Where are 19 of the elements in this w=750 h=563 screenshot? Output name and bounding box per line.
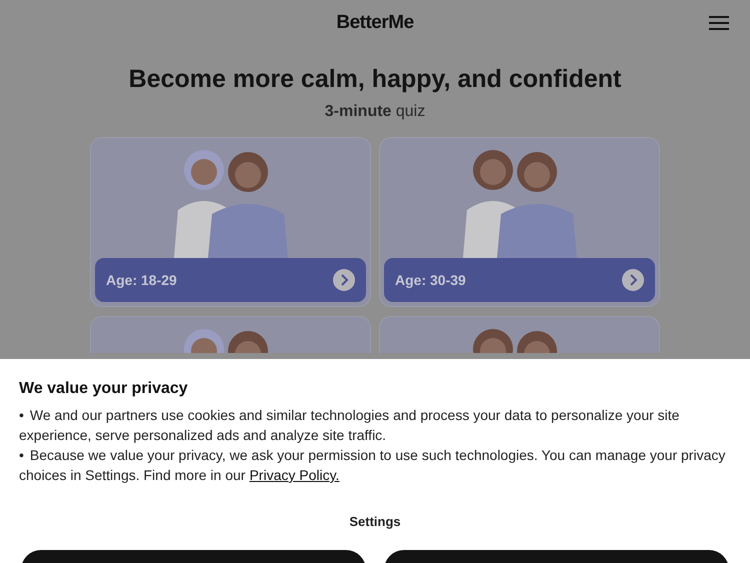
banner-paragraph: • Because we value your privacy, we ask your permission to use such technologies. You can manage your privacy choices in Settings. Find more in our Privacy Policy.	[19, 446, 726, 485]
menu-icon[interactable]	[709, 16, 729, 30]
settings-button[interactable]: Settings	[341, 510, 409, 533]
age-label: Age: 18-29	[106, 272, 177, 288]
chevron-right-icon	[333, 269, 355, 291]
age-card[interactable]: Age: 18-29	[90, 137, 371, 307]
banner-title: We value your privacy	[19, 379, 189, 399]
privacy-policy-link[interactable]: Privacy Policy.	[249, 467, 340, 483]
age-card[interactable]	[90, 316, 371, 353]
page-title: Become more calm, happy, and confident	[128, 65, 622, 94]
banner-paragraph: • We and our partners use cookies and similar technologies and process your data to personalize your site experience, serve personalized ads and analyze site traffic.	[19, 406, 680, 445]
logo[interactable]: BetterMe	[336, 12, 414, 34]
age-option-bar[interactable]: Age: 18-29	[95, 258, 366, 302]
age-label: Age: 30-39	[395, 272, 466, 288]
age-card[interactable]	[379, 316, 660, 353]
age-card[interactable]: Age: 30-39	[379, 137, 660, 307]
age-option-bar[interactable]: Age: 30-39	[384, 258, 655, 302]
quiz-subtitle: 3-minute quiz	[324, 103, 426, 121]
chevron-right-icon	[622, 269, 644, 291]
